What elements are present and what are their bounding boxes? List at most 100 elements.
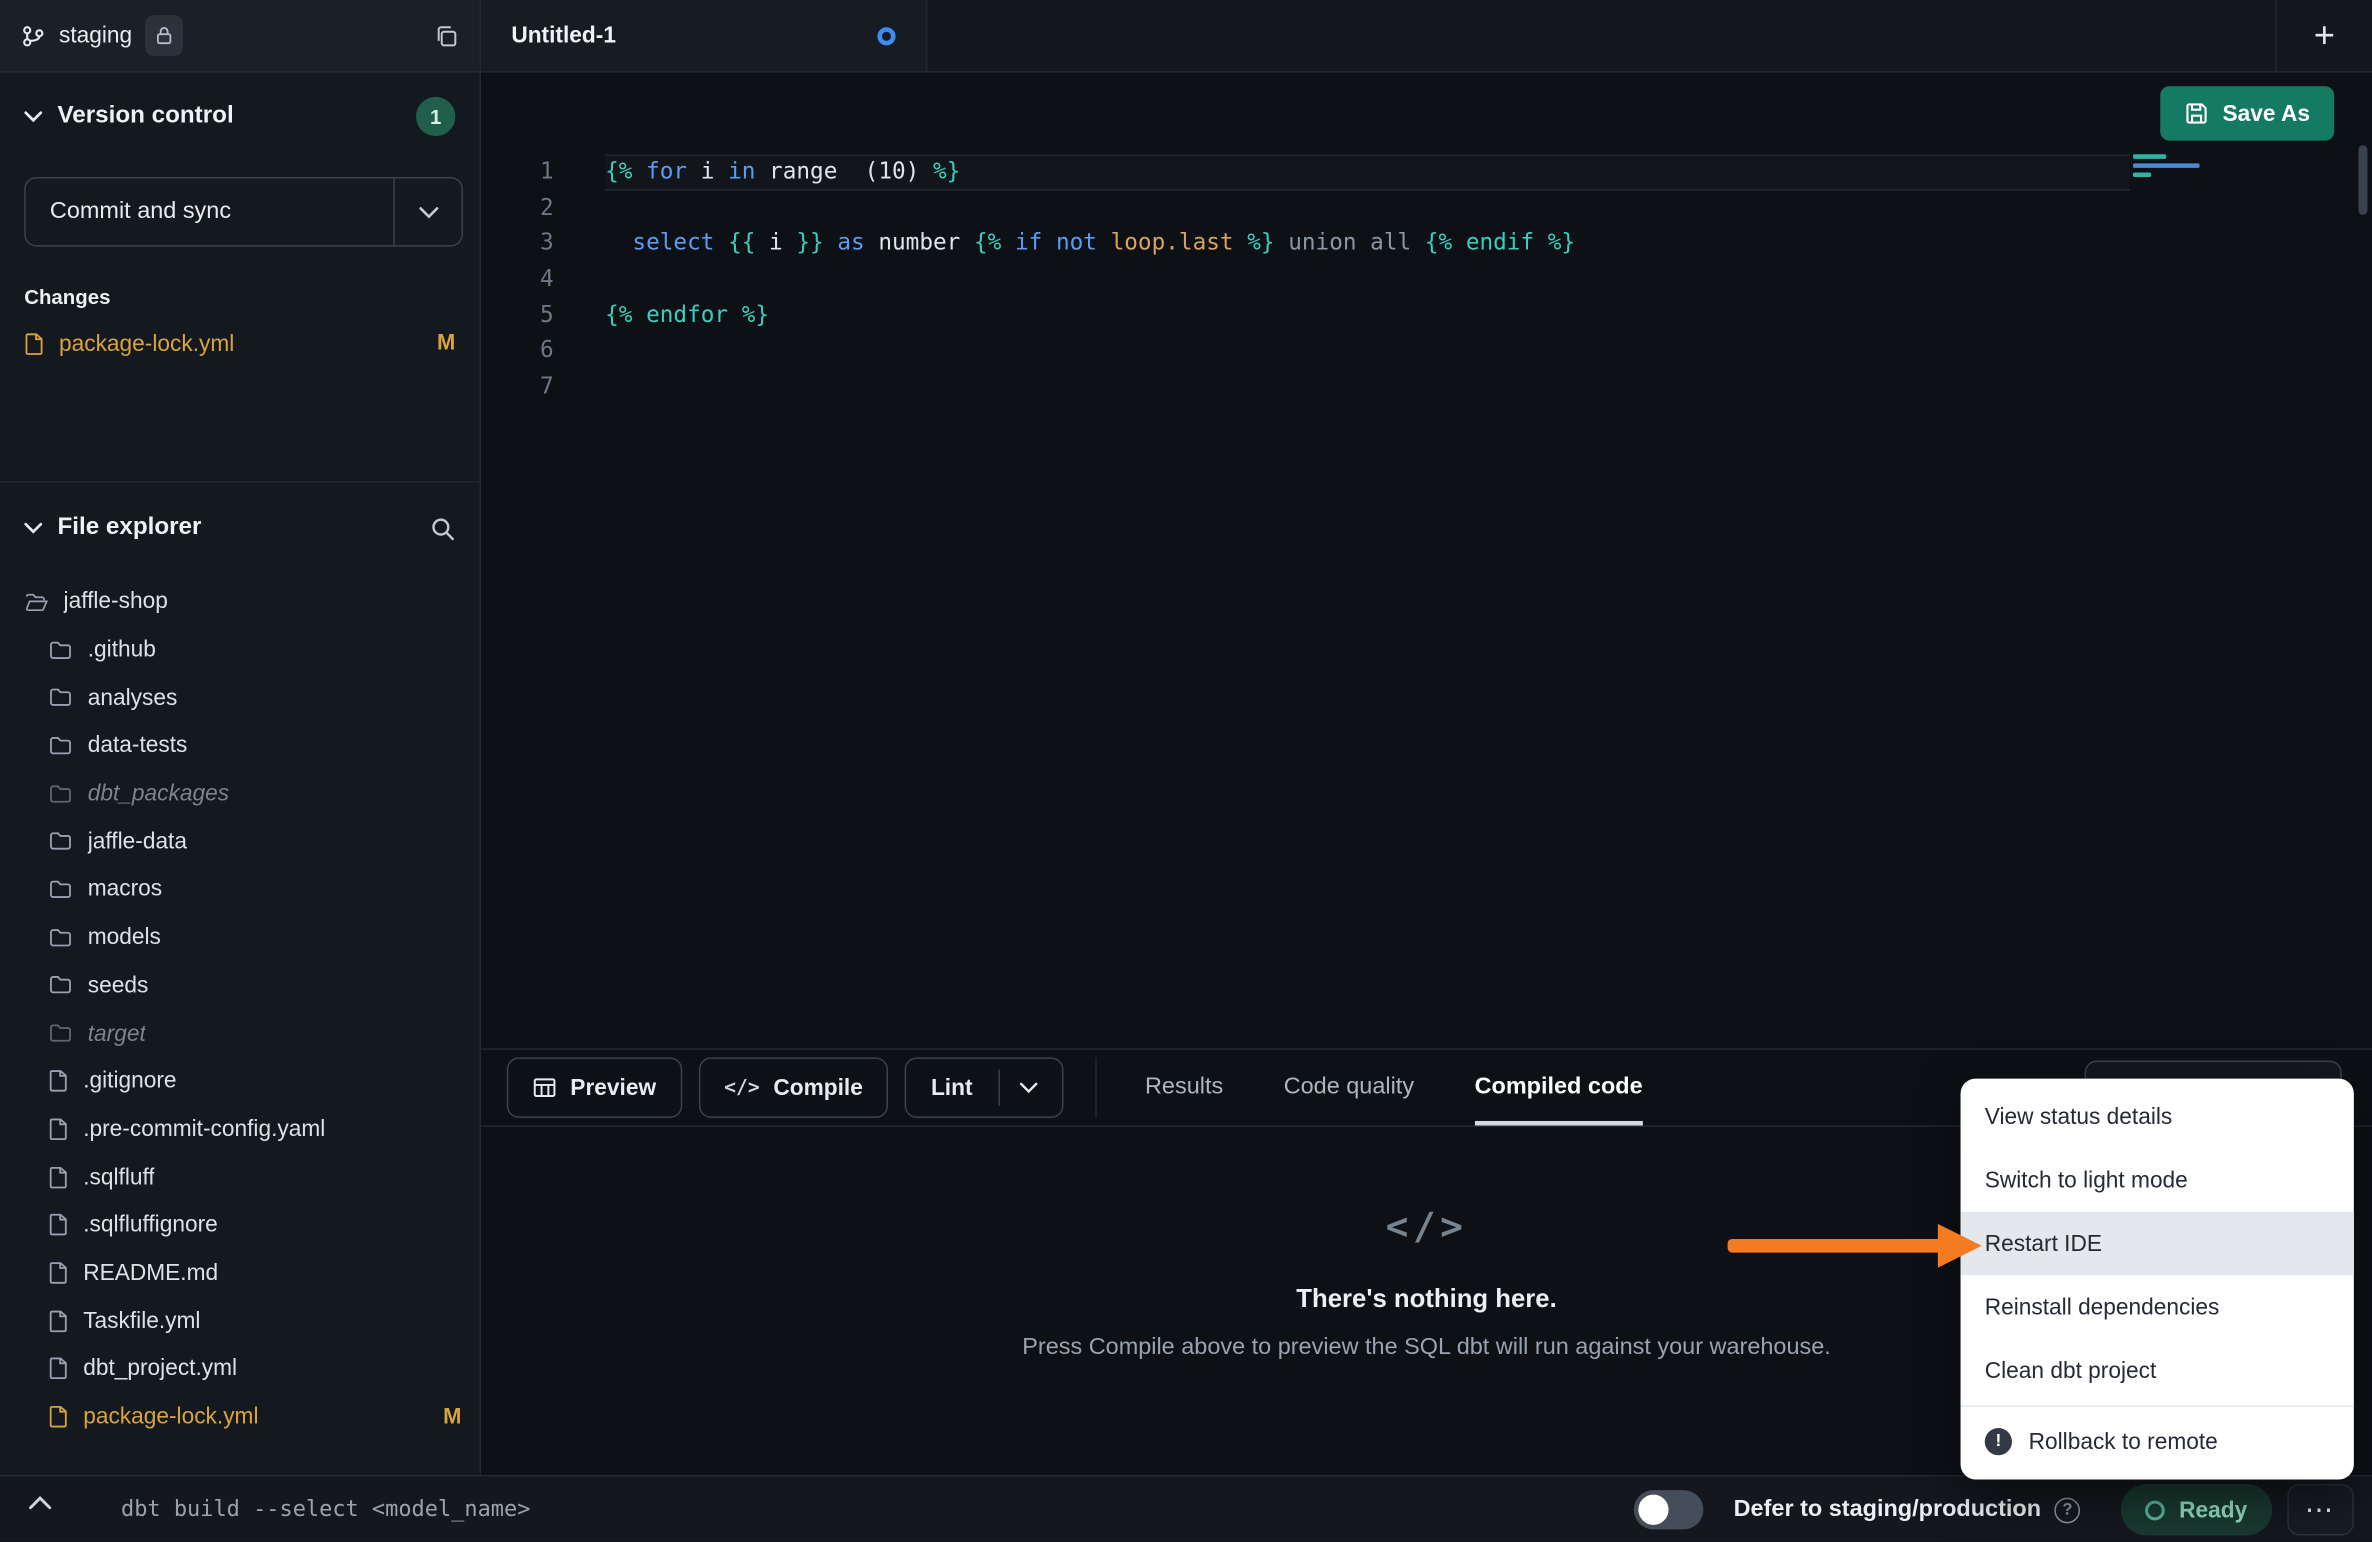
preview-button[interactable]: Preview [507,1057,682,1118]
code-editor[interactable]: Save As 1234567 {% for i in range (10) %… [481,73,2372,1049]
toolbar-divider [1095,1057,1097,1118]
folder-icon [48,735,72,756]
tree-folder-jaffle-shop[interactable]: jaffle-shop [0,578,480,626]
menu-divider [1961,1405,2354,1407]
copy-branch-button[interactable] [434,23,458,47]
tree-file-.sqlfluffignore[interactable]: .sqlfluffignore [0,1201,480,1249]
alert-icon: ! [1985,1428,2012,1455]
file-explorer-header[interactable]: File explorer [24,502,455,553]
menu-item-clean-dbt-project[interactable]: Clean dbt project [1961,1339,2354,1403]
defer-label: Defer to staging/production [1734,1496,2041,1523]
modified-badge: M [443,1405,461,1429]
commit-and-sync-button[interactable]: Commit and sync [24,177,463,247]
lint-button[interactable]: Lint [905,1057,1063,1118]
new-tab-button[interactable]: + [2275,0,2372,71]
code-token: in [728,157,755,184]
code-content[interactable]: {% for i in range (10) %} select {{ i }}… [605,154,2130,405]
branch-readonly-badge [146,15,184,56]
commit-options-toggle[interactable] [395,205,462,219]
tree-item-label: .sqlfluff [83,1164,154,1190]
command-input[interactable]: dbt build --select <model_name> [121,1476,530,1542]
preview-label: Preview [570,1075,656,1101]
line-number: 7 [481,369,554,405]
tree-folder-jaffle-data[interactable]: jaffle-data [0,818,480,866]
code-token: {% [605,157,632,184]
menu-item-label: Switch to light mode [1985,1167,2188,1193]
menu-item-reinstall-dependencies[interactable]: Reinstall dependencies [1961,1275,2354,1339]
code-token [1042,229,1056,256]
file-search-button[interactable] [430,515,456,541]
tab-untitled-1[interactable]: Untitled-1 [481,0,927,71]
menu-item-rollback-to-remote[interactable]: !Rollback to remote [1961,1410,2354,1474]
empty-state-message: Press Compile above to preview the SQL d… [1022,1334,1830,1361]
more-options-button[interactable]: ⋯ [2287,1484,2354,1535]
menu-item-view-status-details[interactable]: View status details [1961,1085,2354,1149]
line-number: 4 [481,262,554,298]
code-token [1452,229,1466,256]
modified-badge: M [437,331,455,355]
panel-tab-results[interactable]: Results [1145,1050,1223,1126]
tree-file-dbt_project.yml[interactable]: dbt_project.yml [0,1345,480,1393]
menu-item-label: Reinstall dependencies [1985,1294,2220,1320]
tree-folder-analyses[interactable]: analyses [0,674,480,722]
code-token [1001,229,1015,256]
file-icon [48,1310,68,1333]
changed-file-package-lock.yml[interactable]: package-lock.yml M [0,321,480,366]
editor-scrollbar[interactable] [2358,145,2367,215]
file-icon [48,1166,68,1189]
status-bar: dbt build --select <model_name> Defer to… [0,1475,2372,1542]
tree-folder-.github[interactable]: .github [0,626,480,674]
panel-tab-code-quality[interactable]: Code quality [1284,1050,1414,1126]
folder-icon [48,975,72,996]
editor-tab-bar: Untitled-1 + [481,0,2372,73]
tree-file-.pre-commit-config.yaml[interactable]: .pre-commit-config.yaml [0,1105,480,1153]
compile-button[interactable]: </> Compile [698,1057,888,1118]
version-control-header[interactable]: Version control 1 [24,91,455,142]
code-line-7[interactable] [605,369,2130,405]
dbt-ide-window: staging Version control 1 Com [0,0,2372,1542]
tree-file-.sqlfluff[interactable]: .sqlfluff [0,1153,480,1201]
tree-folder-target[interactable]: target [0,1009,480,1057]
line-number: 6 [481,333,554,369]
tree-file-package-lock.yml[interactable]: package-lock.ymlM [0,1393,480,1441]
panel-tab-compiled-code[interactable]: Compiled code [1475,1050,1643,1126]
save-as-button[interactable]: Save As [2160,86,2334,140]
menu-item-switch-to-light-mode[interactable]: Switch to light mode [1961,1148,2354,1212]
defer-toggle[interactable] [1634,1490,1704,1529]
code-token: if [1015,229,1042,256]
tree-file-Taskfile.yml[interactable]: Taskfile.yml [0,1297,480,1345]
code-line-2[interactable] [605,190,2130,226]
changed-file-label: package-lock.yml [59,331,234,357]
code-token [1234,229,1248,256]
menu-item-restart-ide[interactable]: Restart IDE [1961,1212,2354,1276]
tree-folder-dbt_packages[interactable]: dbt_packages [0,770,480,818]
changes-label: Changes [24,286,110,309]
minimap[interactable] [2130,151,2206,423]
code-line-3[interactable]: select {{ i }} as number {% if not loop.… [605,226,2130,262]
sidebar: staging Version control 1 Com [0,0,481,1475]
tree-folder-seeds[interactable]: seeds [0,961,480,1009]
tree-folder-models[interactable]: models [0,913,480,961]
file-icon [48,1262,68,1285]
code-line-4[interactable] [605,262,2130,298]
tree-file-.gitignore[interactable]: .gitignore [0,1057,480,1105]
tree-folder-data-tests[interactable]: data-tests [0,722,480,770]
code-token: }} [796,229,823,256]
tree-folder-macros[interactable]: macros [0,865,480,913]
status-badge[interactable]: Ready [2121,1484,2272,1535]
tree-item-label: data-tests [88,733,188,759]
code-line-1[interactable]: {% for i in range (10) %} [605,154,2130,190]
folder-icon [48,1023,72,1044]
code-token: range (10) [755,157,933,184]
file-icon [48,1118,68,1141]
copy-icon [434,23,458,47]
code-token [1534,229,1548,256]
code-icon: </> [724,1076,760,1099]
collapse-panel-button[interactable] [27,1495,53,1512]
code-line-5[interactable]: {% endfor %} [605,298,2130,334]
code-token: endif [1466,229,1534,256]
tree-file-README.md[interactable]: README.md [0,1249,480,1297]
help-icon[interactable]: ? [2055,1497,2081,1523]
tree-item-label: dbt_project.yml [83,1356,237,1382]
code-line-6[interactable] [605,333,2130,369]
